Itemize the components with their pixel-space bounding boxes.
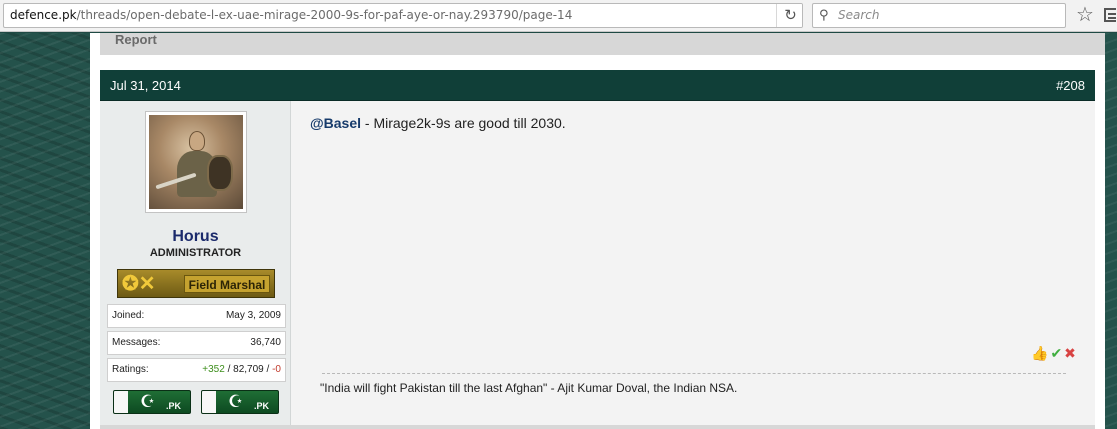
post-footer-bar	[100, 425, 1095, 429]
post: Jul 31, 2014 #208 Horus ADMINISTRATOR ✪✕…	[100, 70, 1095, 429]
stat-value: May 3, 2009	[225, 310, 281, 321]
user-mention-link[interactable]: @Basel	[310, 115, 361, 131]
ratings-sep: /	[224, 364, 234, 375]
reaction-buttons: 👍✔✖	[1031, 345, 1078, 362]
stat-label: Joined:	[112, 310, 145, 321]
stat-messages: Messages: 36,740	[107, 331, 286, 355]
crescent-icon: ☪	[140, 392, 156, 411]
rank-emblem-icon: ✪✕	[122, 273, 156, 295]
avatar-image	[149, 115, 243, 209]
ratings-negative: -0	[272, 364, 281, 375]
url-domain: defence.pk	[10, 8, 77, 22]
browser-toolbar: defence.pk/threads/open-debate-l-ex-uae-…	[0, 0, 1117, 32]
bookmark-star-icon[interactable]: ☆	[1076, 4, 1094, 26]
post-permalink[interactable]: #208	[1056, 70, 1085, 101]
stat-ratings: Ratings: +352 / 82,709 / -0	[107, 358, 286, 382]
ratings-value: +352 / 82,709 / -0	[202, 359, 281, 381]
flag-label: .PK	[166, 401, 182, 411]
post-message: @Basel - Mirage2k-9s are good till 2030.	[310, 115, 566, 131]
post-date: Jul 31, 2014	[110, 78, 181, 93]
stat-label: Ratings:	[112, 364, 149, 375]
ratings-sep: /	[263, 364, 273, 375]
page-background-left	[0, 33, 90, 429]
page-background-right	[1105, 33, 1117, 429]
stat-label: Messages:	[112, 337, 161, 348]
url-path: /threads/open-debate-l-ex-uae-mirage-200…	[76, 8, 573, 22]
thread-content: Report Jul 31, 2014 #208 Horus ADMINISTR…	[90, 32, 1105, 429]
report-link[interactable]: Report	[115, 32, 157, 47]
user-info-panel: Horus ADMINISTRATOR ✪✕ Field Marshal Joi…	[100, 101, 291, 429]
avatar[interactable]	[145, 111, 247, 213]
check-icon[interactable]: ✔	[1050, 345, 1064, 361]
country-flag-badge: ☪ .PK	[113, 390, 191, 414]
rank-label: Field Marshal	[184, 275, 270, 293]
crescent-icon: ☪	[228, 392, 244, 411]
username[interactable]: Horus	[100, 228, 291, 246]
address-bar[interactable]: defence.pk/threads/open-debate-l-ex-uae-…	[3, 3, 803, 28]
stat-value[interactable]: 36,740	[250, 332, 281, 354]
country-flag-badge: ☪ .PK	[201, 390, 279, 414]
flag-label: .PK	[254, 401, 270, 411]
reading-list-icon[interactable]	[1104, 8, 1116, 22]
message-text: - Mirage2k-9s are good till 2030.	[361, 115, 566, 131]
post-header: Jul 31, 2014 #208	[100, 70, 1095, 101]
user-title: ADMINISTRATOR	[149, 247, 242, 259]
ratings-positive: +352	[202, 364, 225, 375]
previous-post-footer: Report	[100, 32, 1105, 55]
signature-divider	[322, 373, 1066, 374]
stat-joined: Joined: May 3, 2009	[107, 304, 286, 328]
search-icon: ⚲	[819, 8, 829, 23]
search-input[interactable]: ⚲ Search	[812, 3, 1066, 28]
thumbs-up-icon[interactable]: 👍	[1031, 345, 1050, 361]
reload-icon[interactable]: ↻	[776, 4, 802, 27]
close-icon[interactable]: ✖	[1064, 345, 1078, 361]
rank-badge: ✪✕ Field Marshal	[117, 269, 275, 298]
ratings-neutral: 82,709	[233, 364, 264, 375]
search-placeholder: Search	[838, 8, 880, 22]
signature: "India will fight Pakistan till the last…	[320, 381, 738, 395]
